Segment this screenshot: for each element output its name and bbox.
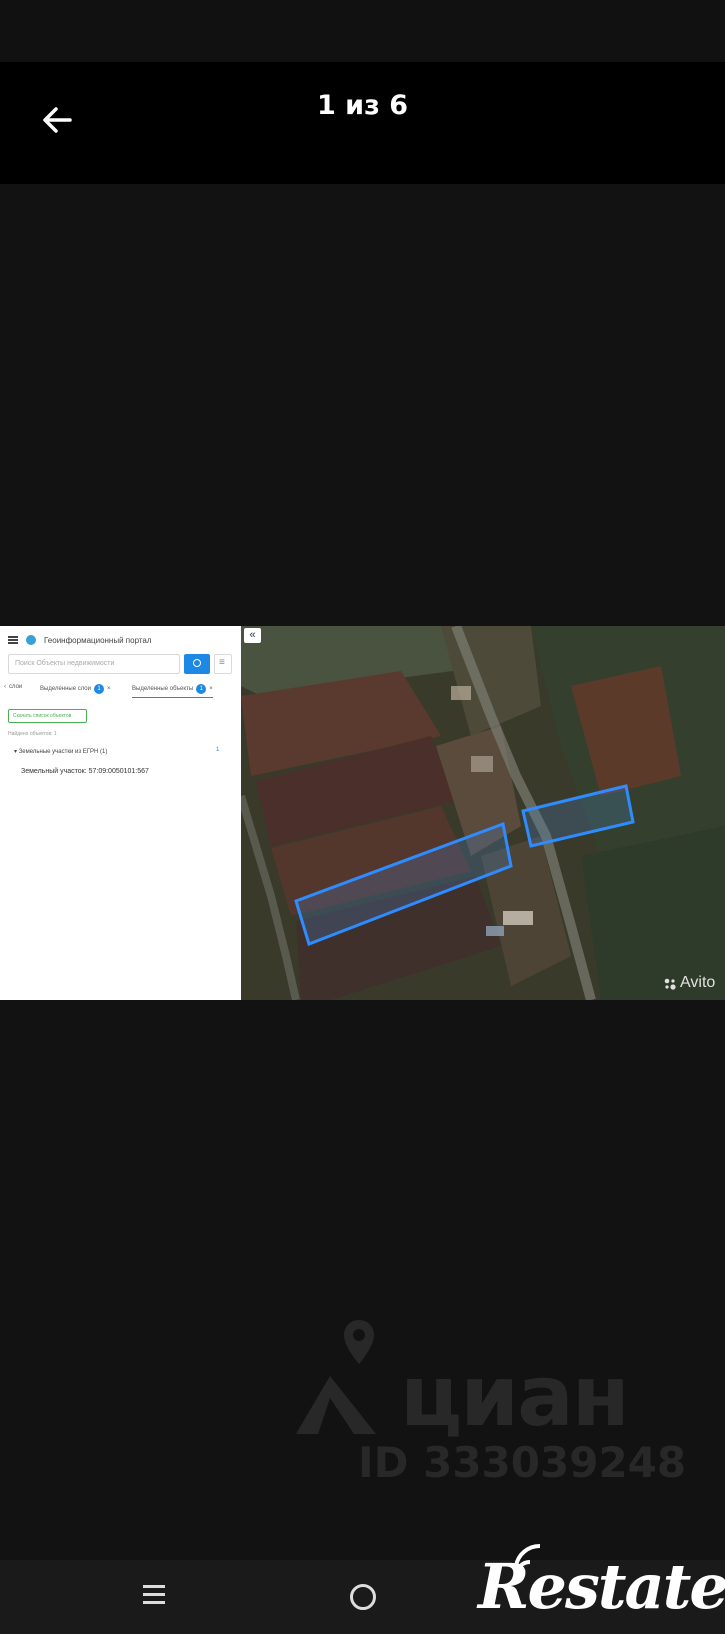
cian-wordmark: циан: [400, 1347, 630, 1445]
portal-filter-icon: [214, 654, 232, 674]
home-icon[interactable]: [350, 1584, 376, 1610]
signal-waves-icon: [514, 1543, 541, 1577]
listing-id-watermark: ID 333039248: [358, 1438, 687, 1487]
listing-photo[interactable]: Геоинформационный портал Поиск Объекты н…: [0, 626, 725, 1000]
avito-watermark: Avito: [680, 974, 716, 991]
portal-tab-layers: ‹ слои: [4, 684, 23, 690]
satellite-imagery: [241, 626, 725, 1000]
portal-group-count: 1: [216, 747, 220, 753]
avito-logo-icon: [664, 978, 676, 990]
cian-watermark: циан ID 333039248: [296, 1318, 686, 1488]
cian-logo-icon: [296, 1376, 376, 1434]
portal-search-icon: [184, 654, 210, 674]
location-pin-icon: [344, 1320, 374, 1364]
portal-tab-selected-layers: Выделенные слои 1 ×: [40, 684, 111, 694]
status-bar: [0, 0, 725, 62]
portal-parcel-group: ▾ Земельные участки из ЕГРН (1): [14, 749, 108, 755]
portal-sidebar: Геоинформационный портал Поиск Объекты н…: [0, 626, 241, 1000]
portal-header: Геоинформационный портал: [8, 633, 152, 647]
portal-search-row: Поиск Объекты недвижимости: [8, 654, 232, 674]
portal-logo-icon: [26, 635, 36, 645]
satellite-map: [241, 626, 725, 1000]
portal-parcel-item: Земельный участок: 57:09:0050101:567: [21, 768, 149, 775]
top-app-bar: [0, 62, 725, 184]
portal-tabs: ‹ слои Выделенные слои 1 × Выделенные объе…: [4, 682, 236, 700]
map-collapse-button: «: [244, 628, 261, 643]
portal-export-button: Скачать список объектов: [8, 709, 87, 723]
portal-title: Геоинформационный портал: [44, 635, 152, 645]
portal-search-input: Поиск Объекты недвижимости: [8, 654, 180, 674]
image-counter: 1 из 6: [317, 90, 408, 121]
portal-found-count: Найдено объектов: 1: [8, 731, 57, 737]
portal-tab-selected-objects: Выделенные объекты 1 ×: [132, 684, 213, 698]
restate-watermark: Restate: [478, 1542, 725, 1634]
portal-menu-icon: [8, 636, 18, 644]
recent-apps-icon[interactable]: [140, 1580, 168, 1608]
